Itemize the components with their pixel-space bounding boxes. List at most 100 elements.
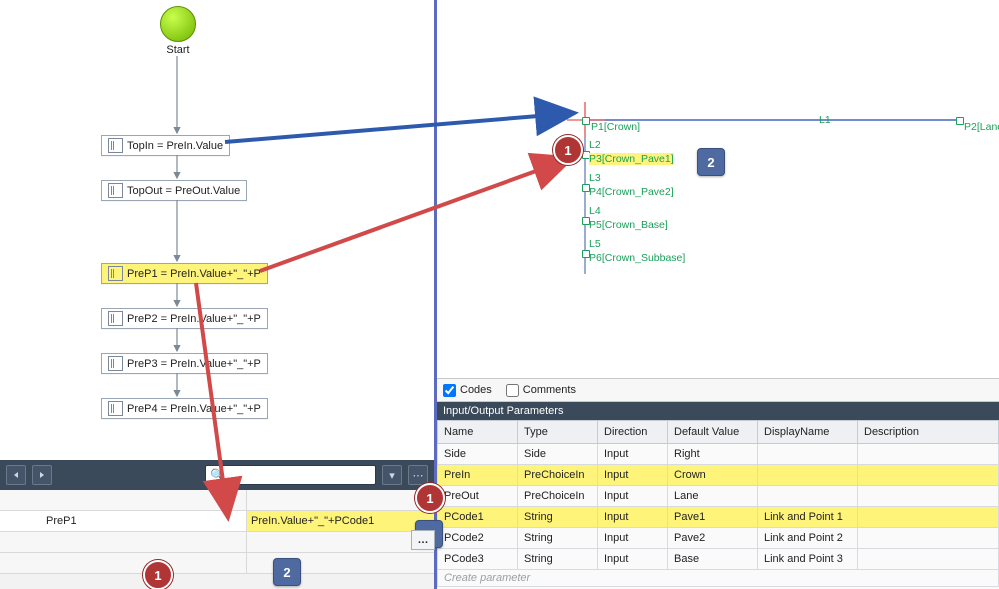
- search-field[interactable]: [225, 468, 371, 482]
- codes-checkbox[interactable]: Codes: [443, 384, 492, 397]
- table-row[interactable]: PCode2StringInputPave2Link and Point 2: [438, 528, 999, 549]
- vertex-label: P5[Crown_Base]: [589, 219, 668, 231]
- flow-node-topin[interactable]: TopIn = PreIn.Value: [101, 135, 230, 156]
- property-row[interactable]: PreP1 PreIn.Value+"_"+PCode1: [0, 511, 434, 532]
- table-cell[interactable]: PreChoiceIn: [518, 486, 598, 507]
- nav-right-button[interactable]: [32, 465, 52, 485]
- table-cell[interactable]: [758, 465, 858, 486]
- search-input[interactable]: 🔍: [205, 465, 376, 485]
- table-row[interactable]: SideSideInputRight: [438, 444, 999, 465]
- property-name: PreP1: [46, 515, 77, 527]
- dropdown-button[interactable]: ▾: [382, 465, 402, 485]
- table-cell[interactable]: PreChoiceIn: [518, 465, 598, 486]
- vertex-label: P2[Lane]: [964, 121, 999, 133]
- col-description[interactable]: Description: [858, 421, 999, 444]
- table-cell[interactable]: PCode3: [438, 549, 518, 570]
- callout-badge-1: 1: [553, 135, 583, 165]
- callout-badge-2: 2: [273, 558, 301, 586]
- table-cell[interactable]: [758, 444, 858, 465]
- table-cell[interactable]: Link and Point 1: [758, 507, 858, 528]
- table-cell[interactable]: Side: [518, 444, 598, 465]
- property-value-cell[interactable]: PreIn.Value+"_"+PCode1: [247, 511, 434, 531]
- table-cell[interactable]: PCode2: [438, 528, 518, 549]
- table-row[interactable]: PreInPreChoiceInInputCrown: [438, 465, 999, 486]
- comments-label: Comments: [523, 384, 576, 396]
- preview-options-bar: Codes Comments: [437, 378, 999, 402]
- setvalue-icon: [108, 138, 123, 153]
- property-grid: PreP1 PreIn.Value+"_"+PCode1: [0, 490, 434, 589]
- table-cell[interactable]: String: [518, 528, 598, 549]
- table-cell[interactable]: Pave2: [668, 528, 758, 549]
- table-cell[interactable]: Link and Point 3: [758, 549, 858, 570]
- table-cell[interactable]: String: [518, 507, 598, 528]
- vertex-p1[interactable]: [582, 117, 590, 125]
- callout-badge-1: 1: [143, 560, 173, 589]
- setvalue-icon: [108, 183, 123, 198]
- table-cell[interactable]: [858, 507, 999, 528]
- col-name[interactable]: Name: [438, 421, 518, 444]
- table-cell[interactable]: Base: [668, 549, 758, 570]
- table-cell[interactable]: [858, 549, 999, 570]
- flow-node-prep1[interactable]: PreP1 = PreIn.Value+"_"+P: [101, 263, 268, 284]
- table-cell[interactable]: Input: [598, 444, 668, 465]
- link-label: L5: [589, 238, 601, 250]
- col-type[interactable]: Type: [518, 421, 598, 444]
- table-cell[interactable]: Lane: [668, 486, 758, 507]
- value-editor-button[interactable]: …: [411, 530, 435, 550]
- comments-checkbox[interactable]: Comments: [506, 384, 576, 397]
- vertex-label: P4[Crown_Pave2]: [589, 186, 674, 198]
- table-cell[interactable]: String: [518, 549, 598, 570]
- link-label: L1: [819, 114, 831, 126]
- table-cell[interactable]: Input: [598, 507, 668, 528]
- table-cell[interactable]: Side: [438, 444, 518, 465]
- flowchart-canvas[interactable]: Start TopIn = PreIn.Value TopOut = PreOu…: [0, 0, 434, 460]
- callout-badge-1: 1: [415, 483, 445, 513]
- codes-checkbox-input[interactable]: [443, 384, 456, 397]
- property-name-cell[interactable]: PreP1: [0, 511, 247, 531]
- start-node[interactable]: Start: [152, 6, 204, 56]
- table-row[interactable]: PCode3StringInputBaseLink and Point 3: [438, 549, 999, 570]
- table-row[interactable]: PreOutPreChoiceInInputLane: [438, 486, 999, 507]
- table-cell[interactable]: [858, 444, 999, 465]
- nav-left-button[interactable]: [6, 465, 26, 485]
- col-direction[interactable]: Direction: [598, 421, 668, 444]
- comments-checkbox-input[interactable]: [506, 384, 519, 397]
- col-default[interactable]: Default Value: [668, 421, 758, 444]
- diagram-lines: [437, 0, 999, 378]
- table-cell[interactable]: [858, 528, 999, 549]
- table-cell[interactable]: [758, 486, 858, 507]
- table-cell[interactable]: PCode1: [438, 507, 518, 528]
- flow-node-prep2[interactable]: PreP2 = PreIn.Value+"_"+P: [101, 308, 268, 329]
- table-cell[interactable]: Input: [598, 528, 668, 549]
- vertex-p2[interactable]: [956, 117, 964, 125]
- create-parameter-row[interactable]: Create parameter: [437, 570, 999, 587]
- table-cell[interactable]: Right: [668, 444, 758, 465]
- setvalue-icon: [108, 311, 123, 326]
- vertex-label: P1[Crown]: [591, 121, 640, 133]
- table-cell[interactable]: [858, 486, 999, 507]
- preview-canvas[interactable]: P1[Crown] P2[Lane] L1 L2 P3[Crown_Pave1]…: [437, 0, 999, 378]
- table-cell[interactable]: Crown: [668, 465, 758, 486]
- table-cell[interactable]: Pave1: [668, 507, 758, 528]
- setvalue-icon: [108, 401, 123, 416]
- flowchart-panel: Start TopIn = PreIn.Value TopOut = PreOu…: [0, 0, 437, 589]
- table-row[interactable]: PCode1StringInputPave1Link and Point 1: [438, 507, 999, 528]
- table-cell[interactable]: PreOut: [438, 486, 518, 507]
- link-label: L3: [589, 172, 601, 184]
- table-cell[interactable]: Link and Point 2: [758, 528, 858, 549]
- app-root: Start TopIn = PreIn.Value TopOut = PreOu…: [0, 0, 999, 589]
- table-cell[interactable]: Input: [598, 465, 668, 486]
- left-toolbar: 🔍 ▾ ⋯: [0, 460, 434, 490]
- flow-node-topout[interactable]: TopOut = PreOut.Value: [101, 180, 247, 201]
- table-cell[interactable]: PreIn: [438, 465, 518, 486]
- flow-node-prep3[interactable]: PreP3 = PreIn.Value+"_"+P: [101, 353, 268, 374]
- vertex-label: P6[Crown_Subbase]: [589, 252, 685, 264]
- flow-node-prep4[interactable]: PreP4 = PreIn.Value+"_"+P: [101, 398, 268, 419]
- table-cell[interactable]: Input: [598, 549, 668, 570]
- table-cell[interactable]: Input: [598, 486, 668, 507]
- params-table[interactable]: Name Type Direction Default Value Displa…: [437, 420, 999, 570]
- setvalue-icon: [108, 356, 123, 371]
- options-button[interactable]: ⋯: [408, 465, 428, 485]
- col-displayname[interactable]: DisplayName: [758, 421, 858, 444]
- table-cell[interactable]: [858, 465, 999, 486]
